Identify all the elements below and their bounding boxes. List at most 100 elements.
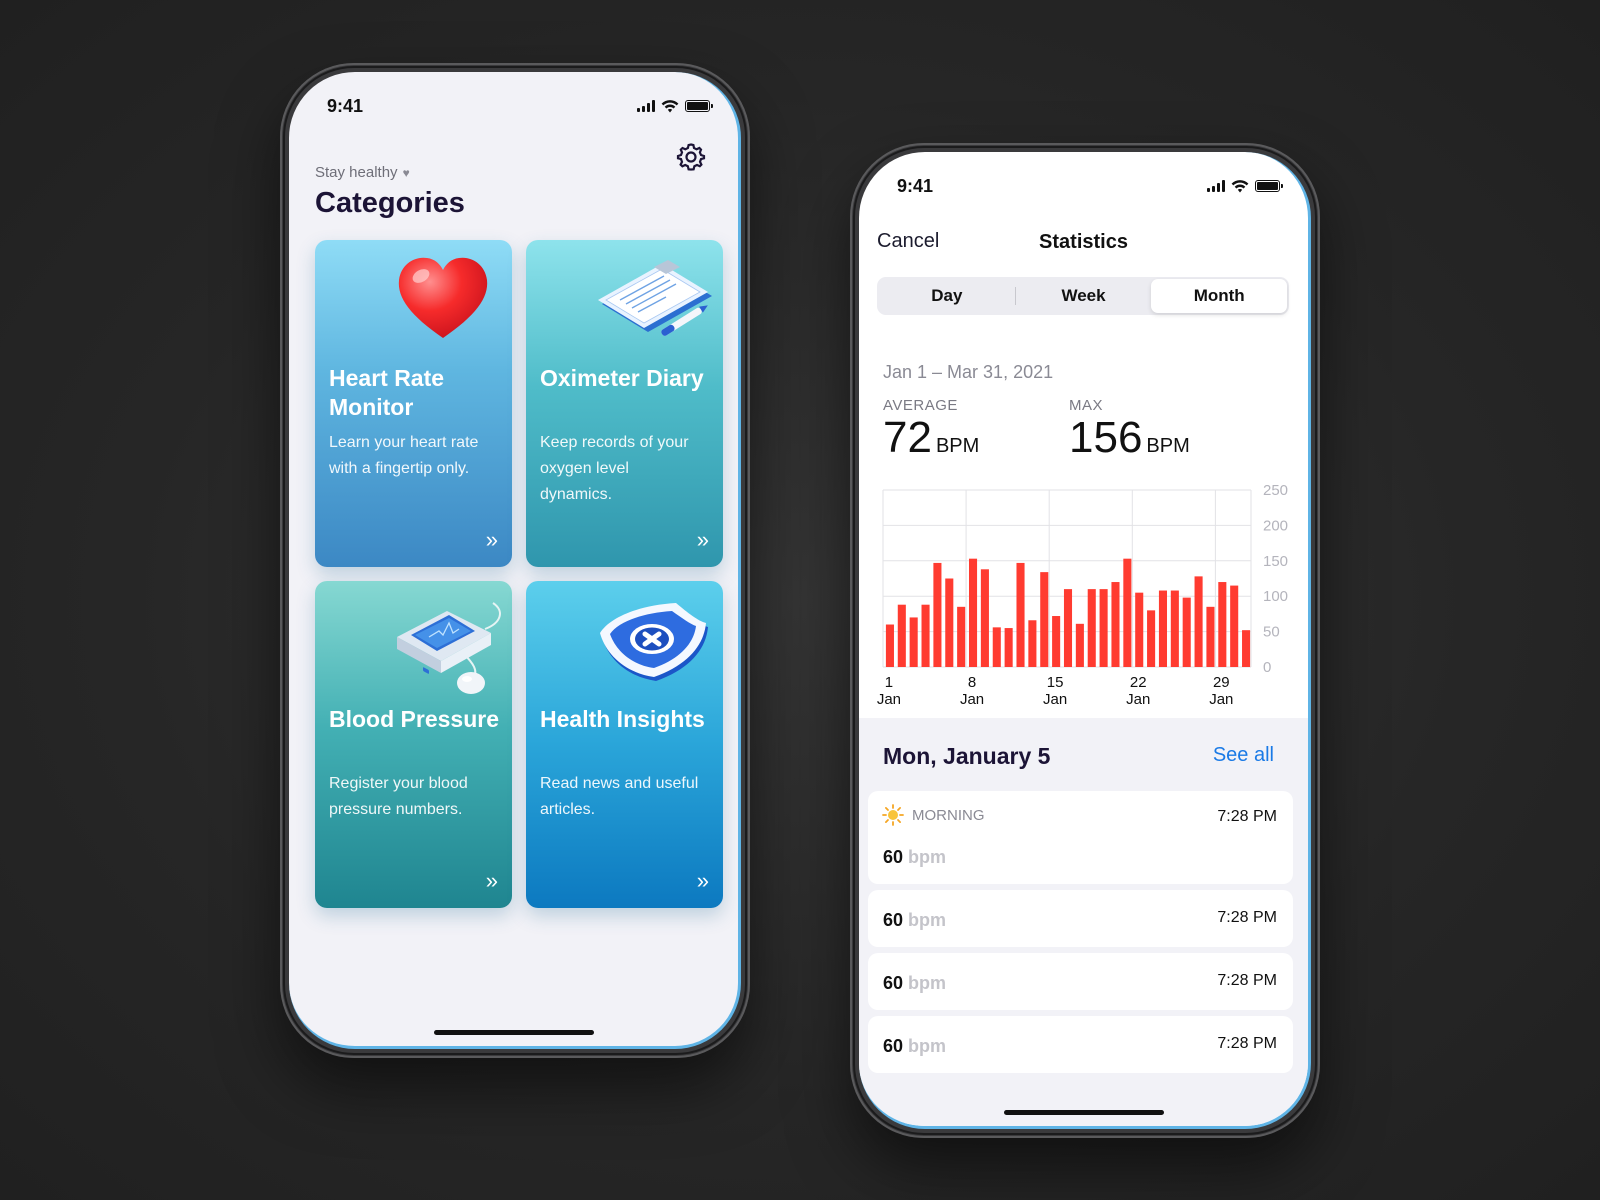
segment-month[interactable]: Month: [1151, 279, 1288, 313]
chevron-double-right-icon[interactable]: »: [486, 868, 498, 894]
x-tick-label: Jan: [1209, 691, 1233, 708]
card-blood-pressure[interactable]: Blood Pressure Register your blood press…: [315, 581, 512, 908]
period-label: MORNING: [912, 807, 985, 824]
clipboard-icon: [598, 260, 712, 336]
home-indicator[interactable]: [1003, 1110, 1164, 1115]
card-oximeter-diary[interactable]: Oximeter Diary Keep records of your oxyg…: [526, 240, 723, 567]
chart-bar: [1040, 572, 1049, 667]
list-item[interactable]: 7:28 PM 60 bpm: [868, 1016, 1293, 1073]
nav-bar: Statistics Cancel: [859, 230, 1308, 260]
chart-bar: [1182, 597, 1191, 667]
entry-value: 60 bpm: [883, 910, 946, 931]
chart-bar: [909, 617, 918, 667]
battery-icon: [1255, 180, 1283, 192]
heart-rate-bar-chart: 0501001502002501Jan8Jan15Jan22Jan29Jan: [877, 482, 1288, 708]
list-item[interactable]: MORNING 7:28 PM 60 bpm: [868, 791, 1293, 884]
x-tick-label: Jan: [960, 691, 984, 708]
wifi-icon: [1231, 179, 1249, 192]
heart-icon: [398, 257, 488, 338]
card-description: Register your blood pressure numbers.: [329, 775, 468, 818]
chart-bar: [1242, 630, 1251, 667]
gear-icon[interactable]: [676, 142, 706, 172]
chart-bar: [1111, 582, 1120, 667]
entry-time: 7:28 PM: [1217, 909, 1277, 926]
statistics-screen: 9:41 Statistics Cancel Day Week Month Ja…: [859, 152, 1311, 1129]
chart-bar: [980, 569, 989, 667]
card-description: Learn your heart rate with a fingertip o…: [329, 434, 479, 477]
status-bar: 9:41: [327, 94, 713, 118]
bpm-number: 60: [883, 847, 904, 867]
status-time: 9:41: [897, 175, 934, 196]
bpm-number: 60: [883, 973, 904, 993]
chart-bar: [933, 562, 942, 667]
card-title: Blood Pressure: [329, 706, 499, 732]
card-title: Health Insights: [540, 706, 705, 732]
chart-bar: [1123, 558, 1132, 667]
home-indicator[interactable]: [433, 1030, 594, 1035]
max-value: 156 BPM: [1069, 416, 1190, 468]
x-tick-label: Jan: [1043, 691, 1067, 708]
shield-cross-icon: [600, 603, 708, 681]
chart-bar: [1218, 582, 1227, 667]
bpm-number: 60: [883, 1036, 904, 1056]
chart-bar: [1158, 590, 1168, 667]
phone-statistics: 9:41 Statistics Cancel Day Week Month Ja…: [850, 143, 1320, 1138]
x-tick-label: 22: [1130, 674, 1147, 691]
chart-bar: [1206, 606, 1215, 667]
segment-week[interactable]: Week: [1016, 279, 1152, 313]
chart-bar: [897, 604, 906, 667]
cellular-signal-icon: [1207, 180, 1225, 192]
chart-bar: [1063, 589, 1073, 667]
max-number: 156: [1069, 413, 1143, 462]
day-title: Mon, January 5: [883, 743, 1051, 769]
wifi-icon: [661, 99, 679, 112]
status-icons: [1207, 179, 1283, 193]
chart-bar: [1075, 623, 1084, 667]
max-label: MAX: [1069, 397, 1104, 414]
x-tick-label: Jan: [877, 691, 901, 708]
subtitle: Stay healthy ♥: [315, 164, 410, 181]
card-health-insights[interactable]: Health Insights Read news and useful art…: [526, 581, 723, 908]
chevron-double-right-icon[interactable]: »: [697, 527, 709, 553]
average-label: AVERAGE: [883, 397, 958, 414]
x-tick-label: 29: [1213, 674, 1230, 691]
y-tick-label: 0: [1263, 659, 1271, 676]
blood-pressure-monitor-icon: [397, 602, 501, 694]
x-tick-label: 1: [885, 674, 893, 691]
bpm-unit: bpm: [908, 910, 947, 930]
page-title: Categories: [315, 187, 465, 219]
y-tick-label: 250: [1263, 482, 1288, 499]
entry-time: 7:28 PM: [1217, 972, 1277, 989]
chart-bar: [992, 627, 1001, 667]
chart-bar: [1147, 610, 1156, 667]
entries-list: MORNING 7:28 PM 60 bpm 7:28 PM 60 bpm 7:28…: [868, 791, 1293, 1079]
x-tick-label: 15: [1047, 674, 1064, 691]
categories-screen: 9:41 Stay healthy ♥ Categories Heart Rat…: [289, 72, 741, 1049]
categories-grid: Heart Rate Monitor Learn your heart rate…: [315, 240, 723, 908]
list-item[interactable]: 7:28 PM 60 bpm: [868, 953, 1293, 1010]
y-tick-label: 50: [1263, 624, 1280, 641]
card-heart-rate-monitor[interactable]: Heart Rate Monitor Learn your heart rate…: [315, 240, 512, 567]
chevron-double-right-icon[interactable]: »: [697, 868, 709, 894]
status-bar: 9:41: [897, 174, 1283, 198]
bpm-unit: bpm: [908, 1036, 947, 1056]
list-item[interactable]: 7:28 PM 60 bpm: [868, 890, 1293, 947]
bpm-unit: bpm: [908, 847, 947, 867]
status-time: 9:41: [327, 95, 364, 116]
daily-log-section: Mon, January 5 See all MORNING 7:28 PM 6…: [859, 718, 1308, 1126]
card-description: Keep records of your oxygen level dynami…: [540, 434, 689, 503]
y-tick-label: 150: [1263, 553, 1288, 570]
see-all-link[interactable]: See all: [1213, 744, 1274, 767]
chart-bar: [1087, 589, 1096, 667]
average-number: 72: [883, 413, 932, 462]
chevron-double-right-icon[interactable]: »: [486, 527, 498, 553]
entry-value: 60 bpm: [883, 1036, 946, 1057]
cancel-button[interactable]: Cancel: [877, 230, 939, 253]
chart-bar: [968, 558, 978, 667]
entry-value: 60 bpm: [883, 847, 946, 868]
segment-day[interactable]: Day: [879, 279, 1015, 313]
chart-bar: [1004, 628, 1013, 667]
x-tick-label: 8: [968, 674, 976, 691]
bpm-unit: bpm: [908, 973, 947, 993]
sun-icon: [882, 804, 904, 826]
